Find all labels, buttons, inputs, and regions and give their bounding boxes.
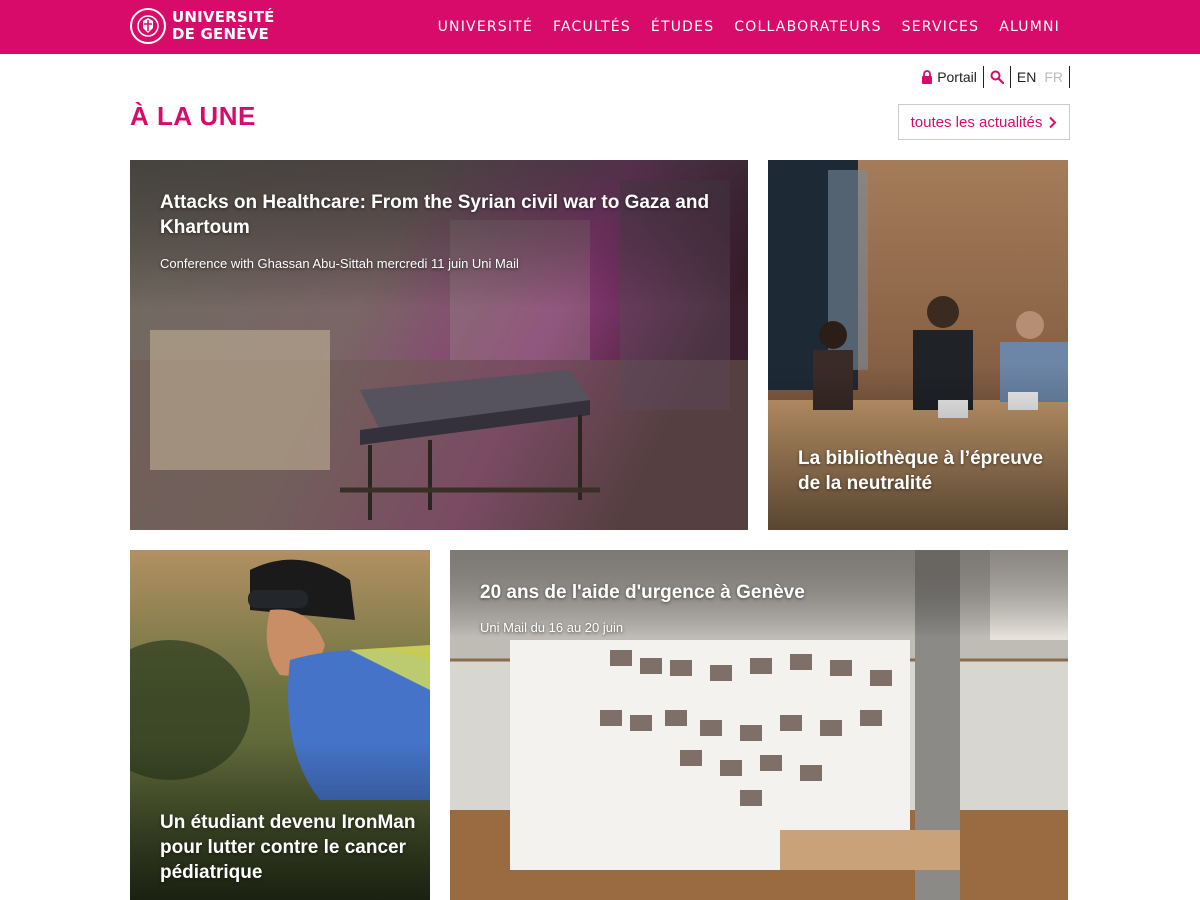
card-title: 20 ans de l'aide d'urgence à Genève (480, 582, 805, 603)
logo-line-2: DE GENÈVE (172, 25, 269, 43)
logo-text: UNIVERSITÉ DE GENÈVE (172, 9, 275, 43)
news-card-ironman[interactable]: Un étudiant devenu IronMan pour lutter c… (130, 550, 430, 900)
language-switcher: EN FR (1011, 66, 1070, 88)
all-news-button[interactable]: toutes les actualités (898, 104, 1070, 140)
nav-item-collaborateurs[interactable]: COLLABORATEURS (734, 19, 881, 35)
card-title: Attacks on Healthcare: From the Syrian c… (160, 192, 710, 238)
news-card-bibliotheque[interactable]: La bibliothèque à l’épreuve de la neutra… (768, 160, 1068, 530)
card-title: La bibliothèque à l’épreuve de la neutra… (798, 448, 1043, 494)
news-card-healthcare[interactable]: Attacks on Healthcare: From the Syrian c… (130, 160, 748, 530)
university-seal-icon (130, 8, 166, 44)
nav-item-services[interactable]: SERVICES (902, 19, 980, 35)
chevron-right-icon (1049, 116, 1057, 128)
card-title: Un étudiant devenu IronMan pour lutter c… (160, 812, 416, 883)
news-card-aide-urgence[interactable]: 20 ans de l'aide d'urgence à Genève Uni … (450, 550, 1068, 900)
utility-bar: Portail EN FR (915, 66, 1070, 88)
main-nav: UNIVERSITÉ FACULTÉS ÉTUDES COLLABORATEUR… (438, 0, 1060, 54)
search-button[interactable] (984, 66, 1011, 88)
logo-line-1: UNIVERSITÉ (172, 8, 275, 26)
portal-label: Portail (937, 69, 977, 85)
nav-item-alumni[interactable]: ALUMNI (999, 19, 1060, 35)
card-subtitle: Uni Mail du 16 au 20 juin (480, 620, 624, 635)
lang-fr[interactable]: FR (1044, 69, 1063, 85)
lock-icon (922, 70, 933, 84)
nav-item-universite[interactable]: UNIVERSITÉ (438, 19, 533, 35)
lang-en[interactable]: EN (1017, 69, 1036, 85)
all-news-label: toutes les actualités (910, 113, 1043, 131)
card-subtitle: Conference with Ghassan Abu-Sittah mercr… (160, 256, 519, 271)
search-icon (990, 70, 1004, 84)
top-bar: UNIVERSITÉ DE GENÈVE UNIVERSITÉ FACULTÉS… (0, 0, 1200, 54)
section-title: À LA UNE (130, 101, 256, 131)
nav-item-facultes[interactable]: FACULTÉS (553, 19, 631, 35)
university-logo[interactable]: UNIVERSITÉ DE GENÈVE (130, 8, 275, 44)
portal-link[interactable]: Portail (915, 66, 984, 88)
nav-item-etudes[interactable]: ÉTUDES (651, 19, 714, 35)
